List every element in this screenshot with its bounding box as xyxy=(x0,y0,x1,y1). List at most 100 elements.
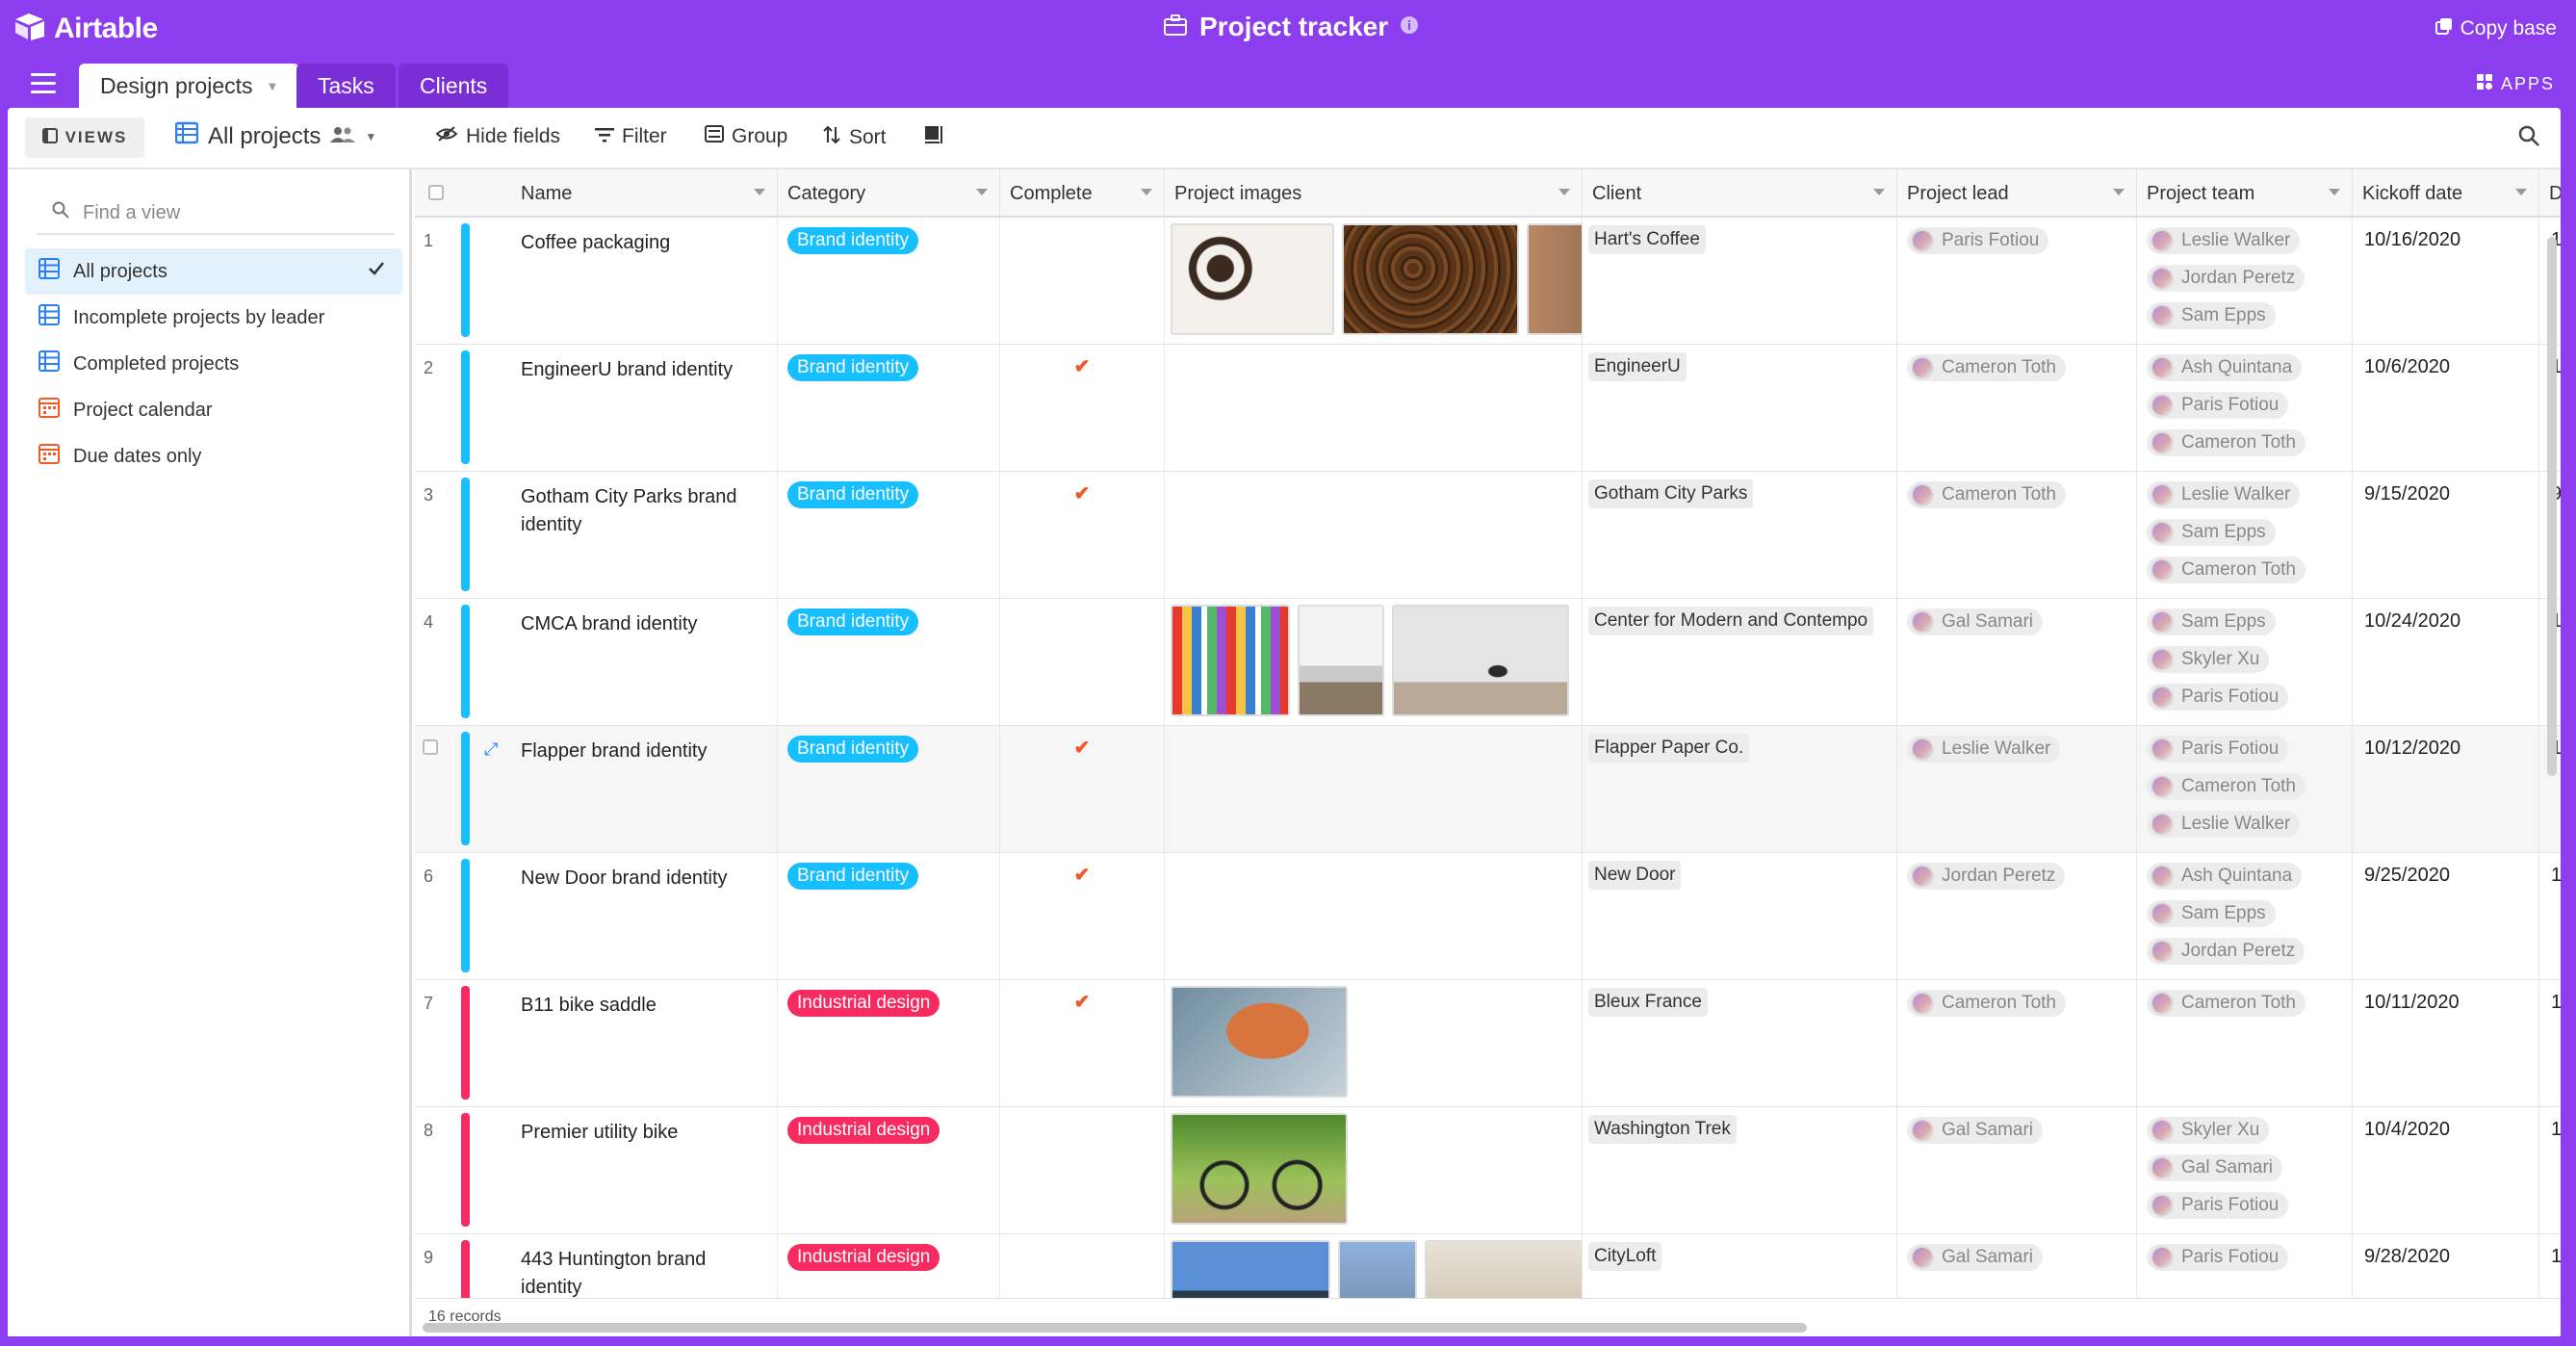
cell-client[interactable]: Bleux France xyxy=(1583,980,1897,1107)
tab-tasks[interactable]: Tasks xyxy=(296,64,396,108)
airtable-logo[interactable]: Airtable xyxy=(13,12,158,45)
view-item-all-projects[interactable]: All projects xyxy=(25,248,402,295)
cell-project-lead[interactable]: Paris Fotiou xyxy=(1897,218,2137,345)
filter-button[interactable]: Filter xyxy=(595,125,667,148)
view-item-completed-projects[interactable]: Completed projects xyxy=(25,341,402,387)
select-all-checkbox[interactable] xyxy=(428,185,444,200)
column-header-complete[interactable]: Complete xyxy=(1000,169,1165,218)
image-thumbnail[interactable] xyxy=(1171,223,1334,335)
image-thumbnail[interactable] xyxy=(1171,1113,1348,1225)
cell-name[interactable]: 3 Gotham City Parks brand identity xyxy=(415,472,778,599)
sort-button[interactable]: Sort xyxy=(822,125,887,150)
collaborator-chip[interactable]: Jordan Peretz xyxy=(2147,938,2306,965)
tab-design-projects[interactable]: Design projects ▼ xyxy=(79,64,300,108)
cell-name[interactable]: 7 B11 bike saddle xyxy=(415,980,778,1107)
cell-project-team[interactable]: Leslie Walker Sam Epps Cameron Toth xyxy=(2137,472,2353,599)
table-row[interactable]: 7 B11 bike saddle Industrial design ✔ Bleux … xyxy=(415,980,2561,1107)
table-row[interactable]: 6 New Door brand identity Brand identity ✔ N… xyxy=(415,853,2561,980)
views-toggle-button[interactable]: VIEWS xyxy=(25,117,144,158)
apps-button[interactable]: APPS xyxy=(2476,73,2555,95)
cell-category[interactable]: Brand identity xyxy=(778,218,1000,345)
table-row[interactable]: ⤢ Flapper brand identity Brand identity ✔ Fl… xyxy=(415,726,2561,853)
collaborator-chip[interactable]: Sam Epps xyxy=(2147,608,2276,635)
cell-project-images[interactable] xyxy=(1165,853,1583,980)
chevron-down-icon[interactable] xyxy=(2113,189,2125,195)
info-icon[interactable] xyxy=(1400,15,1419,39)
column-header-project-team[interactable]: Project team xyxy=(2137,169,2353,218)
cell-name[interactable]: ⤢ Flapper brand identity xyxy=(415,726,778,853)
cell-project-team[interactable]: Cameron Toth xyxy=(2137,980,2353,1107)
chevron-down-icon[interactable] xyxy=(1873,189,1885,195)
collaborator-chip[interactable]: Sam Epps xyxy=(2147,302,2276,329)
chevron-down-icon[interactable] xyxy=(1558,189,1570,195)
cell-project-team[interactable]: Ash Quintana Sam Epps Jordan Peretz xyxy=(2137,853,2353,980)
cell-category[interactable]: Brand identity xyxy=(778,599,1000,726)
view-item-project-calendar[interactable]: Project calendar xyxy=(25,387,402,433)
collaborator-chip[interactable]: Paris Fotiou xyxy=(2147,1244,2289,1271)
find-view-input[interactable]: Find a view xyxy=(37,193,395,235)
table-row[interactable]: 2 EngineerU brand identity Brand identity ✔… xyxy=(415,345,2561,472)
cell-project-lead[interactable]: Cameron Toth xyxy=(1897,472,2137,599)
cell-project-team[interactable]: Skyler Xu Gal Samari Paris Fotiou xyxy=(2137,1107,2353,1234)
collaborator-chip[interactable]: Sam Epps xyxy=(2147,900,2276,927)
cell-project-images[interactable] xyxy=(1165,599,1583,726)
table-row[interactable]: 4 CMCA brand identity Brand identity Center… xyxy=(415,599,2561,726)
client-link-chip[interactable]: Washington Trek xyxy=(1588,1115,1737,1144)
client-link-chip[interactable]: Flapper Paper Co. xyxy=(1588,734,1750,763)
chevron-down-icon[interactable] xyxy=(754,189,765,195)
collaborator-chip[interactable]: Skyler Xu xyxy=(2147,646,2270,673)
cell-kickoff-date[interactable]: 9/25/2020 xyxy=(2353,853,2539,980)
collaborator-chip[interactable]: Gal Samari xyxy=(1907,1244,2044,1271)
chevron-down-icon[interactable] xyxy=(2515,189,2527,195)
hamburger-menu-icon[interactable] xyxy=(31,73,56,94)
column-header-client[interactable]: Client xyxy=(1583,169,1897,218)
collaborator-chip[interactable]: Gal Samari xyxy=(1907,608,2044,635)
client-link-chip[interactable]: Gotham City Parks xyxy=(1588,479,1754,508)
hide-fields-button[interactable]: Hide fields xyxy=(435,125,560,148)
column-header-category[interactable]: Category xyxy=(778,169,1000,218)
collaborator-chip[interactable]: Cameron Toth xyxy=(1907,990,2066,1017)
cell-name[interactable]: 8 Premier utility bike xyxy=(415,1107,778,1234)
chevron-down-icon[interactable] xyxy=(2329,189,2340,195)
collaborator-chip[interactable]: Paris Fotiou xyxy=(2147,1192,2289,1219)
cell-category[interactable]: Brand identity xyxy=(778,726,1000,853)
column-header-project-lead[interactable]: Project lead xyxy=(1897,169,2137,218)
client-link-chip[interactable]: CityLoft xyxy=(1588,1242,1662,1271)
cell-client[interactable]: Center for Modern and Contempo xyxy=(1583,599,1897,726)
cell-name[interactable]: 6 New Door brand identity xyxy=(415,853,778,980)
cell-kickoff-date[interactable]: 10/12/2020 xyxy=(2353,726,2539,853)
cell-name[interactable]: 1 Coffee packaging xyxy=(415,218,778,345)
collaborator-chip[interactable]: Leslie Walker xyxy=(2147,227,2301,254)
cell-project-lead[interactable]: Leslie Walker xyxy=(1897,726,2137,853)
client-link-chip[interactable]: Hart's Coffee xyxy=(1588,225,1706,254)
cell-project-images[interactable] xyxy=(1165,218,1583,345)
current-view-selector[interactable]: All projects ▼ xyxy=(174,121,376,151)
vertical-scrollbar[interactable] xyxy=(2547,237,2557,776)
collaborator-chip[interactable]: Ash Quintana xyxy=(2147,863,2303,890)
cell-due-date[interactable]: 10 xyxy=(2539,853,2561,980)
cell-complete[interactable]: ✔ xyxy=(1000,980,1165,1107)
cell-complete[interactable]: ✔ xyxy=(1000,726,1165,853)
cell-project-images[interactable] xyxy=(1165,345,1583,472)
collaborator-chip[interactable]: Leslie Walker xyxy=(1907,736,2061,763)
cell-kickoff-date[interactable]: 10/4/2020 xyxy=(2353,1107,2539,1234)
cell-kickoff-date[interactable]: 10/6/2020 xyxy=(2353,345,2539,472)
table-row[interactable]: 8 Premier utility bike Industrial design Wa… xyxy=(415,1107,2561,1234)
column-header-due[interactable]: Du xyxy=(2539,169,2561,218)
collaborator-chip[interactable]: Leslie Walker xyxy=(2147,811,2301,838)
copy-base-button[interactable]: Copy base xyxy=(2434,17,2557,40)
cell-project-team[interactable]: Leslie Walker Jordan Peretz Sam Epps xyxy=(2137,218,2353,345)
group-button[interactable]: Group xyxy=(705,125,787,148)
client-link-chip[interactable]: Bleux France xyxy=(1588,988,1708,1017)
cell-project-images[interactable] xyxy=(1165,472,1583,599)
client-link-chip[interactable]: EngineerU xyxy=(1588,352,1687,381)
table-row[interactable]: 3 Gotham City Parks brand identity Brand i… xyxy=(415,472,2561,599)
view-item-incomplete-projects[interactable]: Incomplete projects by leader xyxy=(25,295,402,341)
cell-client[interactable]: EngineerU xyxy=(1583,345,1897,472)
collaborator-chip[interactable]: Paris Fotiou xyxy=(1907,227,2049,254)
chevron-down-icon[interactable]: ▼ xyxy=(267,79,279,93)
cell-project-lead[interactable]: Gal Samari xyxy=(1897,1107,2137,1234)
cell-project-lead[interactable]: Gal Samari xyxy=(1897,599,2137,726)
cell-kickoff-date[interactable]: 10/16/2020 xyxy=(2353,218,2539,345)
cell-client[interactable]: Gotham City Parks xyxy=(1583,472,1897,599)
